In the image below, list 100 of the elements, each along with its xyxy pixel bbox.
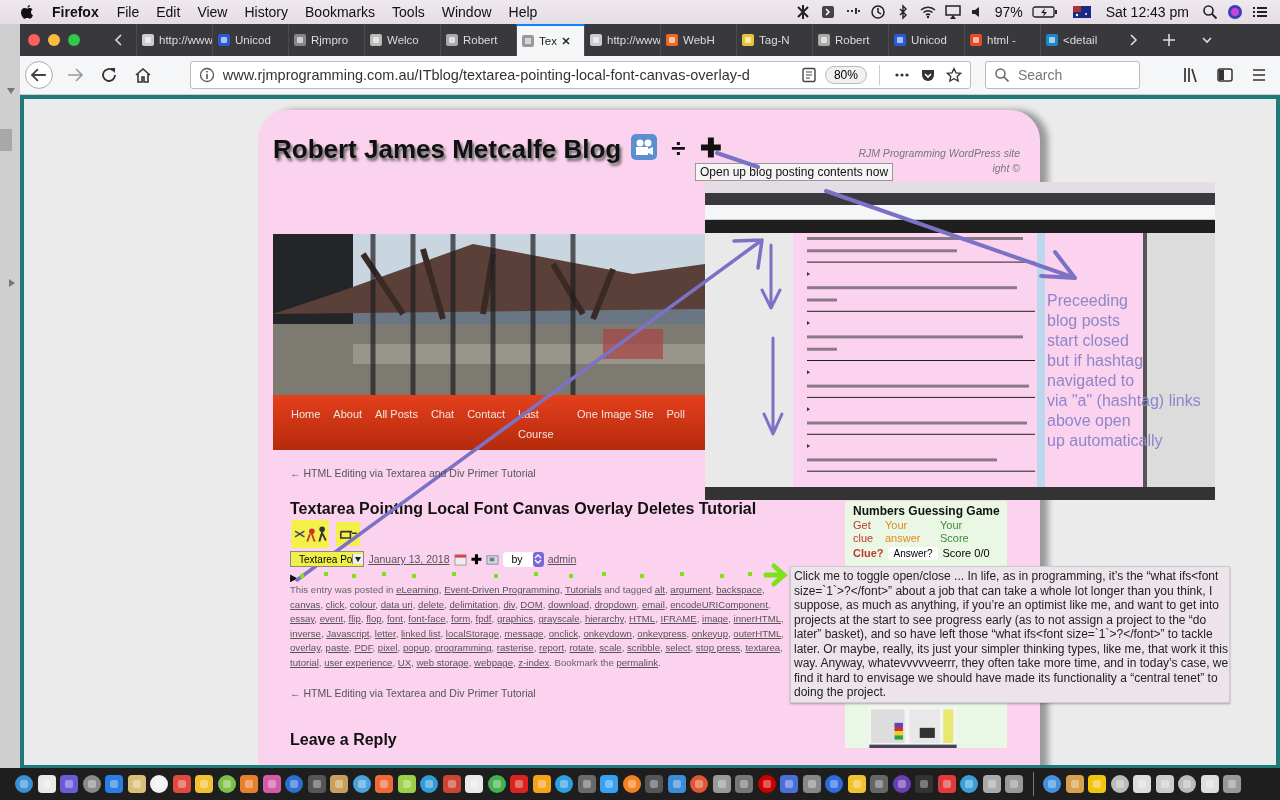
app-icon[interactable] [531,774,552,794]
blog-title[interactable]: Robert James Metcalfe Blog [273,134,622,165]
author-select[interactable]: by [502,551,544,567]
menu-item[interactable]: Bookmarks [305,4,376,20]
app-icon[interactable] [801,774,822,794]
tag-link[interactable]: select [665,642,691,654]
zoom-level[interactable]: 80% [824,66,867,84]
tag-link[interactable]: onkeydown [583,627,632,639]
forward-icon[interactable] [65,66,84,84]
home-icon[interactable] [133,66,152,84]
menu-item[interactable]: History [244,4,289,20]
app-icon[interactable] [936,774,957,794]
list-icon[interactable] [1252,4,1268,20]
app-icon[interactable] [216,774,237,794]
projector-icon[interactable] [631,134,658,160]
app-icon[interactable] [981,774,1002,794]
search-field[interactable]: Search [984,61,1140,89]
nav-link[interactable]: Contact [467,404,506,424]
app-icon[interactable] [59,774,79,794]
post-select[interactable]: Textarea Po [290,551,365,567]
siri-icon[interactable] [1227,4,1243,20]
tag-link[interactable]: Tutorials [565,584,602,595]
tag-link[interactable]: onkeyup [691,627,728,639]
menu-item[interactable]: View [197,4,228,20]
app-icon[interactable] [1042,774,1062,794]
app-icon[interactable] [1087,774,1107,794]
app-icon[interactable] [14,774,34,794]
app-icon[interactable] [1064,774,1085,794]
app-icon[interactable] [396,774,417,794]
tag-link[interactable]: web storage [416,656,469,668]
tag-link[interactable]: dropdown [594,598,637,610]
popup-note[interactable]: Click me to toggle open/close ... In life, as in programming, it’s the “what ifs<font size=`1`>?</font>” about a job that can take a whole lot longer than you think, I suppose, as much as anything, if you’re an optimist like me, and want to get into projects at the start to see progress early (as to not assign a project to the “do later” basket), and so have left those “what ifs<font size=`1`>?</font>” to tackle later. Or maybe, really, its just your simpler thinking types, like me, that work it this way. Anyway, whatevvvvveerrr, they often take more time, and in today’s case, we find it hard to envisage we should have made its functionality a “central tenet” to doing the project. [790,566,1230,703]
box-icon[interactable] [819,4,836,20]
app-icon[interactable] [329,774,349,794]
tag-link[interactable]: eLearning [396,584,439,595]
app-icon[interactable] [171,774,192,794]
tag-link[interactable]: scribble [627,642,661,654]
app-icon[interactable] [1177,774,1197,794]
app-icon[interactable] [1132,774,1152,794]
app-icon[interactable] [374,774,394,794]
tag-link[interactable]: rotate [569,642,594,654]
menu-item[interactable]: Edit [156,4,181,20]
app-menu[interactable]: Firefox [52,4,99,20]
title-symbol[interactable]: ÷ [671,134,686,162]
tag-link[interactable]: email [641,598,665,610]
app-icon[interactable] [666,774,687,794]
sidebar-icon[interactable] [1216,66,1234,84]
app-icon[interactable] [239,774,259,794]
tag-link[interactable]: alt [654,584,665,595]
browser-tab[interactable]: Tex [516,24,584,56]
back-button[interactable] [24,60,54,90]
nav-link[interactable]: One Image Site [577,404,654,424]
app-icon[interactable] [554,774,574,794]
tag-link[interactable]: encodeURIComponent [670,598,768,610]
app-icon[interactable] [261,774,282,794]
plus-symbol[interactable]: ✚ [470,551,482,567]
info-icon[interactable] [198,67,215,83]
tag-link[interactable]: PDF [354,642,373,654]
tag-link[interactable]: DOM [520,598,543,610]
tag-link[interactable]: innerHTML [733,613,781,625]
card-icon[interactable] [485,552,499,566]
tag-link[interactable]: scale [599,642,622,654]
app-icon[interactable] [149,774,169,794]
tag-link[interactable]: flop [366,613,382,625]
menu-item[interactable]: File [116,4,140,20]
app-icon[interactable] [1109,774,1130,794]
app-icon[interactable] [869,774,889,794]
nav-link[interactable]: About [333,404,363,424]
app-icon[interactable] [36,774,57,794]
tag-link[interactable]: image [702,613,729,625]
app-icon[interactable] [284,774,304,794]
tag-link[interactable]: flip [348,613,361,625]
zoom-button[interactable] [68,34,80,46]
star-icon[interactable] [945,67,962,83]
tag-link[interactable]: tutorial [290,656,319,668]
chevron-right-icon[interactable] [1128,33,1138,47]
tag-link[interactable]: popup [402,642,430,654]
app-icon[interactable] [441,774,462,794]
tag-link[interactable]: paste [325,642,350,654]
menu-icon[interactable] [1250,66,1268,84]
tag-link[interactable]: programming [434,642,492,654]
flag-icon[interactable] [1072,6,1091,18]
tag-link[interactable]: argument [670,584,711,595]
answer-select[interactable]: Answer? [887,547,939,560]
title-symbol[interactable]: ✚ [699,134,722,162]
app-icon[interactable] [599,774,619,794]
tag-link[interactable]: font-face [408,613,446,625]
app-icon[interactable] [846,774,867,794]
tag-link[interactable]: hierarchy [584,613,624,625]
display-icon[interactable] [944,4,961,20]
tag-link[interactable]: inverse [290,627,321,639]
app-icon[interactable] [1154,774,1175,794]
tag-link[interactable]: div [503,598,515,610]
clock-icon[interactable] [869,4,886,20]
app-icon[interactable] [194,774,214,794]
tag-link[interactable]: pixel [377,642,398,654]
app-icon[interactable] [824,774,844,794]
tag-link[interactable]: font [386,613,403,625]
tag-link[interactable]: grayscale [538,613,580,625]
app-icon[interactable] [734,774,754,794]
